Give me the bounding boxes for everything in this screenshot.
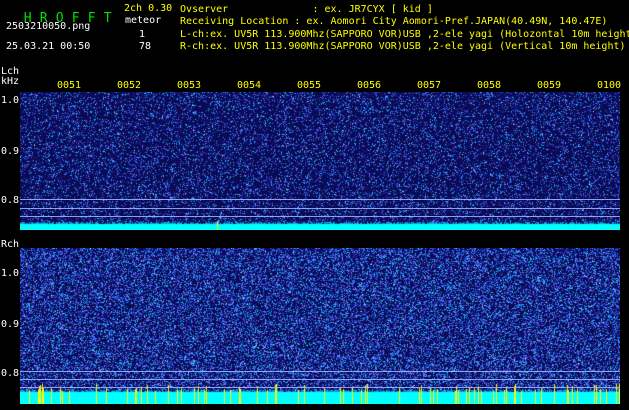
rch-spectrogram-canvas (20, 248, 620, 404)
lch-ytick-2: 0.9 (1, 146, 20, 157)
meteor-label: meteor (125, 15, 162, 26)
meteor-count-rch: 78 (139, 41, 152, 52)
rch-ytick-2: 0.9 (1, 319, 20, 330)
location-info: Receiving Location : ex. Aomori City Aom… (180, 16, 608, 27)
rch-info: R-ch:ex. UV5R 113.900Mhz(SAPPORO VOR)USB… (180, 41, 626, 52)
lch-info: L-ch:ex. UV5R 113.900Mhz(SAPPORO VOR)USB… (180, 29, 629, 40)
time-tick: 0052 (117, 80, 142, 91)
lch-guide-line (20, 199, 620, 200)
time-tick: 0058 (477, 80, 502, 91)
time-tick: 0056 (357, 80, 382, 91)
observer-info: Ovserver : ex. JR7CYX [ kid ] (180, 4, 433, 15)
lch-spectrogram-canvas (20, 92, 620, 230)
lch-spectrogram (20, 92, 620, 230)
time-tick: 0100 (597, 80, 622, 91)
rch-ytick-1: 1.0 (1, 268, 20, 279)
version-label: 2ch 0.30 (124, 3, 173, 14)
time-tick: 0054 (237, 80, 262, 91)
datetime: 25.03.21 00:50 (6, 41, 91, 52)
time-tick: 0051 (57, 80, 82, 91)
lch-guide-line (20, 208, 620, 209)
rch-guide-line (20, 371, 620, 372)
rch-ytick-3: 0.8 (1, 368, 20, 379)
rch-guide-line (20, 379, 620, 380)
lch-unit: kHz (1, 76, 20, 87)
lch-guide-line (20, 216, 620, 217)
time-tick: 0057 (417, 80, 442, 91)
time-tick: 0059 (537, 80, 562, 91)
rch-label: Rch (1, 239, 20, 250)
rch-spectrogram (20, 248, 620, 404)
time-tick: 0055 (297, 80, 322, 91)
lch-ytick-1: 1.0 (1, 95, 20, 106)
meteor-count-lch: 1 (139, 29, 146, 40)
rch-guide-line (20, 387, 620, 388)
brand-letter: T (103, 11, 112, 26)
time-tick: 0053 (177, 80, 202, 91)
lch-ytick-3: 0.8 (1, 195, 20, 206)
filename: 2503210050.png (6, 21, 91, 32)
